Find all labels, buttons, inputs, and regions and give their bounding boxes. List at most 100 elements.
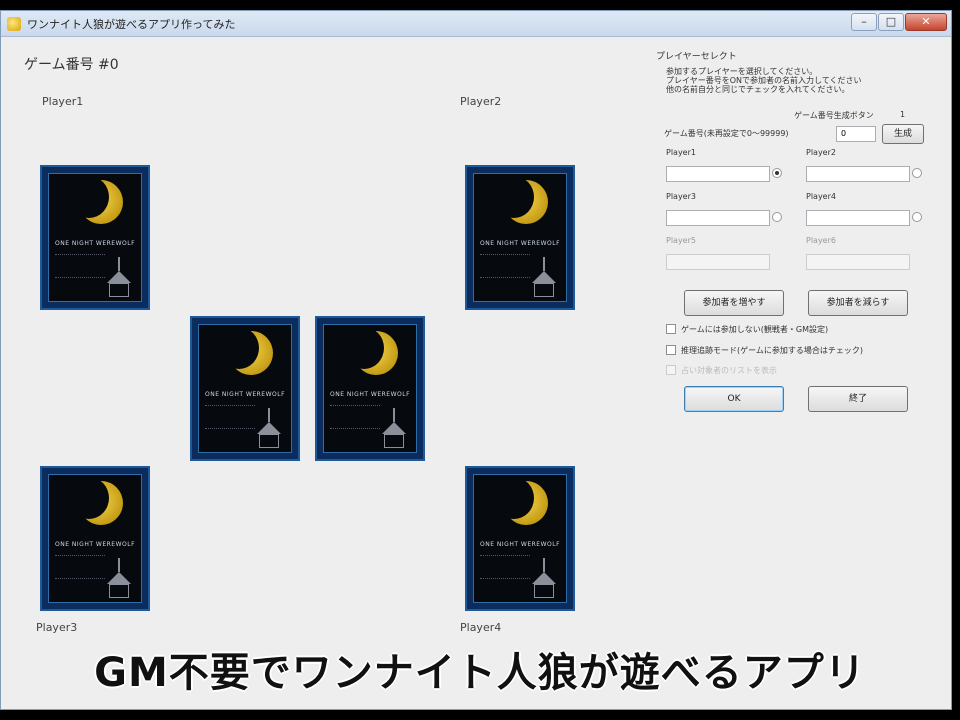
spectator-checkbox-label: ゲームには参加しない(観戦者・GM設定) [681, 325, 829, 334]
church-roof [107, 271, 131, 283]
card-face: ONE NIGHT WEREWOLF [473, 173, 567, 302]
church-icon [530, 257, 558, 297]
card-2[interactable]: ONE NIGHT WEREWOLF [465, 165, 575, 310]
card-face: ONE NIGHT WEREWOLF [48, 474, 142, 603]
app-icon [7, 17, 21, 31]
remove-player-button[interactable]: 参加者を減らす [808, 290, 908, 316]
card-title: ONE NIGHT WEREWOLF [480, 240, 561, 247]
card-title: ONE NIGHT WEREWOLF [480, 541, 561, 548]
minimize-button[interactable]: – [851, 13, 877, 31]
card-text [330, 405, 380, 429]
church-spire [268, 408, 270, 422]
player-name-input-5[interactable] [666, 254, 770, 270]
player-radio-1[interactable] [772, 168, 782, 178]
game-number-label: ゲーム番号 #0 [24, 57, 119, 73]
deduction-mode-checkbox[interactable] [666, 345, 676, 355]
church-icon [105, 558, 133, 598]
card-title: ONE NIGHT WEREWOLF [205, 391, 286, 398]
ok-button[interactable]: OK [684, 386, 784, 412]
church-icon [255, 408, 283, 448]
card-text [480, 555, 530, 579]
card-face: ONE NIGHT WEREWOLF [198, 324, 292, 453]
player-label-3: Player3 [36, 621, 78, 634]
church-roof [532, 271, 556, 283]
player-name-input-6[interactable] [806, 254, 910, 270]
player-label-4: Player4 [460, 621, 502, 634]
player-name-input-2[interactable] [806, 166, 910, 182]
church-body [109, 283, 129, 297]
card-face: ONE NIGHT WEREWOLF [473, 474, 567, 603]
card-5[interactable]: ONE NIGHT WEREWOLF [40, 466, 150, 611]
generate-button[interactable]: 生成 [882, 124, 924, 144]
church-spire [118, 257, 120, 271]
video-caption: GM不要でワンナイト人狼が遊べるアプリ [94, 650, 866, 696]
card-6[interactable]: ONE NIGHT WEREWOLF [465, 466, 575, 611]
panel-instructions: 参加するプレイヤーを選択してください。 プレイヤー番号をONで参加者の名前入力し… [666, 67, 906, 94]
player-field-label-3: Player3 [666, 192, 696, 201]
moon-shadow [69, 477, 109, 519]
title-bar[interactable]: ワンナイト人狼が遊べるアプリ作ってみた – □ ✕ [1, 11, 951, 37]
game-number-button-label: ゲーム番号生成ボタン [794, 111, 874, 120]
seer-list-checkbox-label: 占い対象者のリストを表示 [681, 366, 777, 375]
add-player-button[interactable]: 参加者を増やす [684, 290, 784, 316]
church-body [384, 434, 404, 448]
instruction-line: 参加するプレイヤーを選択してください。 [666, 67, 818, 76]
player-field-label-5: Player5 [666, 236, 696, 245]
moon-shadow [69, 176, 109, 218]
church-icon [105, 257, 133, 297]
card-face: ONE NIGHT WEREWOLF [323, 324, 417, 453]
card-text [480, 254, 530, 278]
player-label-1: Player1 [42, 95, 84, 108]
spectator-checkbox[interactable] [666, 324, 676, 334]
church-roof [382, 422, 406, 434]
card-3[interactable]: ONE NIGHT WEREWOLF [190, 316, 300, 461]
player-radio-3[interactable] [772, 212, 782, 222]
moon-shadow [494, 176, 534, 218]
player-field-label-1: Player1 [666, 148, 696, 157]
player-name-input-1[interactable] [666, 166, 770, 182]
church-icon [380, 408, 408, 448]
church-spire [543, 558, 545, 572]
deduction-mode-checkbox-label: 推理追跡モード(ゲームに参加する場合はチェック) [681, 346, 863, 355]
card-4[interactable]: ONE NIGHT WEREWOLF [315, 316, 425, 461]
moon-shadow [344, 327, 384, 369]
window-title: ワンナイト人狼が遊べるアプリ作ってみた [27, 18, 236, 31]
church-body [109, 584, 129, 598]
card-face: ONE NIGHT WEREWOLF [48, 173, 142, 302]
game-number-input[interactable]: 0 [836, 126, 876, 142]
church-body [259, 434, 279, 448]
card-title: ONE NIGHT WEREWOLF [55, 240, 136, 247]
card-1[interactable]: ONE NIGHT WEREWOLF [40, 165, 150, 310]
player-field-label-2: Player2 [806, 148, 836, 157]
player-label-2: Player2 [460, 95, 502, 108]
player-field-label-4: Player4 [806, 192, 836, 201]
church-icon [530, 558, 558, 598]
church-spire [543, 257, 545, 271]
moon-shadow [494, 477, 534, 519]
card-text [205, 405, 255, 429]
church-spire [118, 558, 120, 572]
close-button[interactable]: ✕ [905, 13, 947, 31]
player-field-label-6: Player6 [806, 236, 836, 245]
church-roof [257, 422, 281, 434]
game-number-button-value: 1 [900, 110, 906, 119]
church-roof [532, 572, 556, 584]
player-radio-2[interactable] [912, 168, 922, 178]
card-title: ONE NIGHT WEREWOLF [330, 391, 411, 398]
player-name-input-3[interactable] [666, 210, 770, 226]
game-number-field-label: ゲーム番号(未再設定で0〜99999) [664, 129, 789, 138]
moon-shadow [219, 327, 259, 369]
church-roof [107, 572, 131, 584]
card-text [55, 555, 105, 579]
player-radio-4[interactable] [912, 212, 922, 222]
player-name-input-4[interactable] [806, 210, 910, 226]
church-body [534, 283, 554, 297]
card-title: ONE NIGHT WEREWOLF [55, 541, 136, 548]
exit-button[interactable]: 終了 [808, 386, 908, 412]
church-spire [393, 408, 395, 422]
instruction-line: プレイヤー番号をONで参加者の名前入力してください [666, 76, 862, 85]
seer-list-checkbox[interactable] [666, 365, 676, 375]
maximize-button[interactable]: □ [878, 13, 904, 31]
panel-title: プレイヤーセレクト [656, 52, 737, 62]
instruction-line: 他の名前自分と同じでチェックを入れてください。 [666, 85, 850, 94]
